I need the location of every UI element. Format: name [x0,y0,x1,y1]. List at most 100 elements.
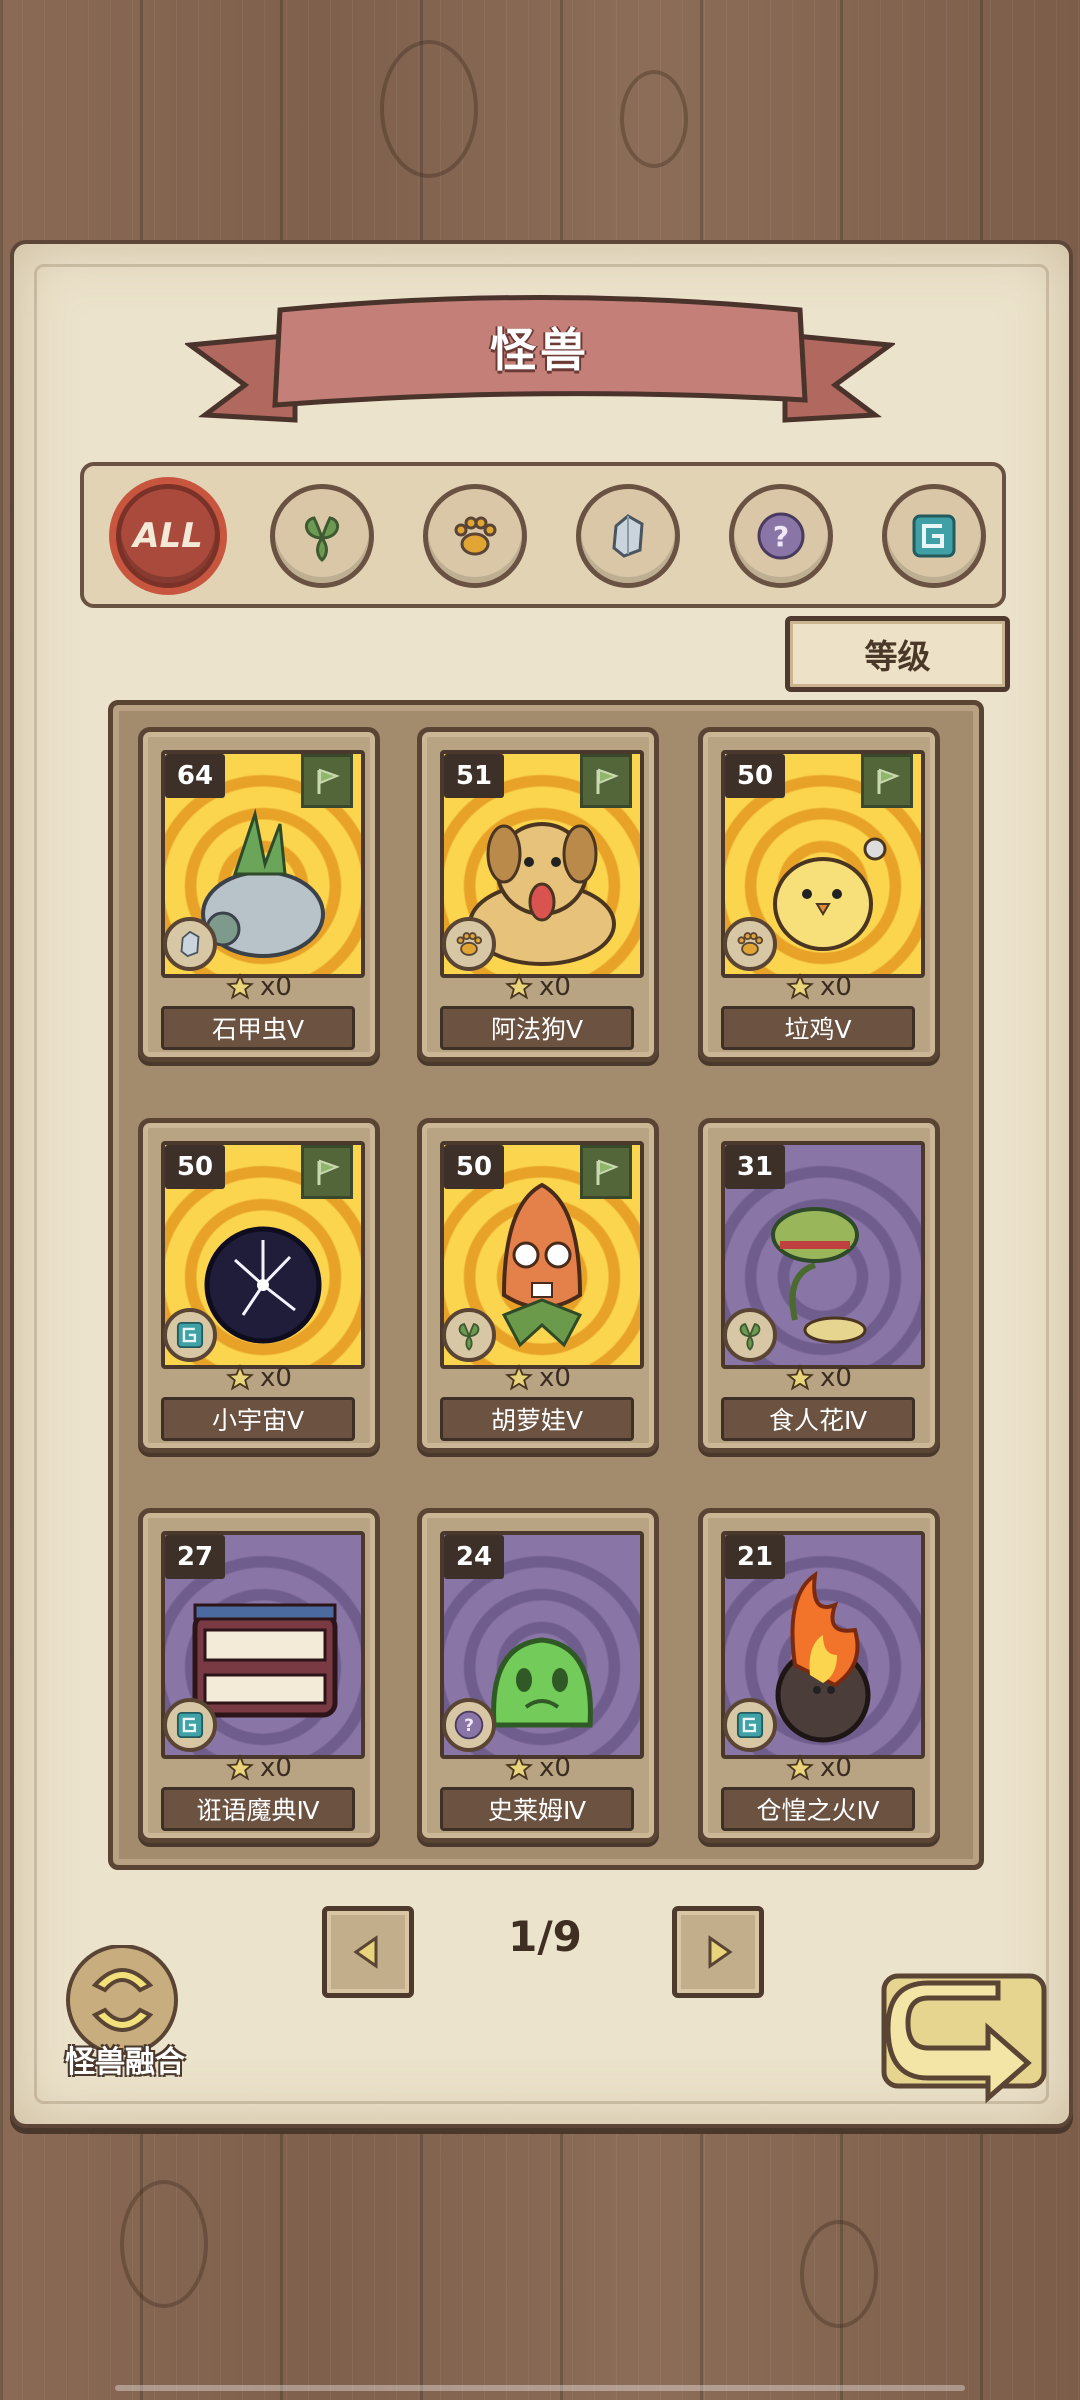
star-count-value: x0 [820,972,852,1002]
flag-icon [301,754,353,808]
monster-name: 史莱姆Ⅳ [440,1787,634,1831]
star-icon [786,1364,815,1391]
paw-icon [723,917,777,971]
svg-text:?: ? [464,1716,474,1736]
star-count-value: x0 [260,1753,292,1783]
paw-icon [442,917,496,971]
monster-fusion-button[interactable]: 怪兽融合 [50,1944,200,2085]
star-count: x0 [143,1361,375,1395]
prev-page-button[interactable] [322,1906,414,1998]
wood-knot [620,70,688,168]
star-count-value: x0 [260,1363,292,1393]
page-title: 怪兽 [490,323,590,377]
monster-card-man-eating-flower[interactable]: 31 x0 食人花Ⅳ [698,1118,940,1453]
leaf-icon [723,1308,777,1362]
return-arrow-icon [881,1973,1047,2104]
star-icon [786,973,815,1000]
star-count: x0 [703,970,935,1004]
category-arcane-button[interactable] [882,484,986,588]
spiral-icon [912,514,956,558]
star-count-value: x0 [539,1753,571,1783]
star-count: x0 [143,970,375,1004]
star-icon [505,1364,534,1391]
monster-level: 50 [725,754,785,798]
leaf-icon [305,516,339,562]
monster-level: 64 [165,754,225,798]
leaf-icon [442,1308,496,1362]
star-count: x0 [703,1361,935,1395]
sort-label: 等级 [864,637,931,676]
category-all-button[interactable]: ALL [116,484,220,588]
star-count-value: x0 [539,972,571,1002]
monster-name: 食人花Ⅳ [721,1397,915,1441]
monster-card-small-universe[interactable]: 50 x0 小宇宙Ⅴ [138,1118,380,1453]
star-count: x0 [703,1751,935,1785]
monster-name: 石甲虫Ⅴ [161,1006,355,1050]
monster-card-slime[interactable]: 24? x0 史莱姆Ⅳ [417,1508,659,1843]
svg-text:?: ? [773,520,789,553]
monster-card-carrot-kid[interactable]: 50 x0 胡萝娃Ⅴ [417,1118,659,1453]
monster-level: 31 [725,1145,785,1189]
star-icon [505,973,534,1000]
category-filter-bar: ALL ? [80,462,1006,608]
page-indicator: 1/9 [508,1912,582,1961]
flag-icon [861,754,913,808]
star-count-value: x0 [820,1753,852,1783]
star-icon [505,1754,534,1781]
monster-card-trash-chick[interactable]: 50 x0 垃鸡Ⅴ [698,727,940,1062]
category-unknown-button[interactable]: ? [729,484,833,588]
wood-knot [120,2180,208,2308]
star-icon [226,1364,255,1391]
star-icon [226,973,255,1000]
wood-knot [380,40,478,178]
monster-name: 阿法狗Ⅴ [440,1006,634,1050]
flag-icon [580,754,632,808]
category-mineral-button[interactable] [576,484,680,588]
crystal-icon [612,514,644,558]
next-page-button[interactable] [672,1906,764,1998]
monster-level: 51 [444,754,504,798]
spiral-icon [723,1698,777,1752]
monster-level: 27 [165,1535,225,1579]
monster-name: 垃鸡Ⅴ [721,1006,915,1050]
spiral-icon [163,1698,217,1752]
star-count-value: x0 [539,1363,571,1393]
paw-icon [454,516,497,556]
star-icon [226,1754,255,1781]
monster-name: 仓惶之火Ⅳ [721,1787,915,1831]
monster-level: 24 [444,1535,504,1579]
question-icon: ? [757,512,805,560]
monster-card-alpha-dog[interactable]: 51 x0 阿法狗Ⅴ [417,727,659,1062]
crystal-icon [163,917,217,971]
monster-card-book-of-lies[interactable]: 27 x0 诳语魔典Ⅳ [138,1508,380,1843]
monster-card-stone-beetle[interactable]: 64 x0 石甲虫Ⅴ [138,727,380,1062]
monster-name: 小宇宙Ⅴ [161,1397,355,1441]
monster-level: 21 [725,1535,785,1579]
flag-icon [580,1145,632,1199]
star-count: x0 [422,1751,654,1785]
home-indicator [115,2385,965,2391]
category-all-label: ALL [133,516,203,556]
fusion-label: 怪兽融合 [65,2045,185,2080]
monster-name: 诳语魔典Ⅳ [161,1787,355,1831]
star-count: x0 [422,1361,654,1395]
sort-by-level-button[interactable]: 等级 [785,616,1010,692]
return-button[interactable] [878,1968,1050,2128]
arrow-right-icon [708,1935,733,1969]
category-beast-button[interactable] [423,484,527,588]
flag-icon [301,1145,353,1199]
star-icon [786,1754,815,1781]
monster-level: 50 [165,1145,225,1189]
monster-card-panic-fire[interactable]: 21 x0 仓惶之火Ⅳ [698,1508,940,1843]
spiral-icon [163,1308,217,1362]
wood-knot [800,2220,878,2328]
question-icon: ? [442,1698,496,1752]
star-count: x0 [422,970,654,1004]
star-count-value: x0 [260,972,292,1002]
star-count-value: x0 [820,1363,852,1393]
title-ribbon: 怪兽 [183,290,897,440]
category-plant-button[interactable] [270,484,374,588]
star-count: x0 [143,1751,375,1785]
arrow-left-icon [353,1935,378,1969]
monster-name: 胡萝娃Ⅴ [440,1397,634,1441]
